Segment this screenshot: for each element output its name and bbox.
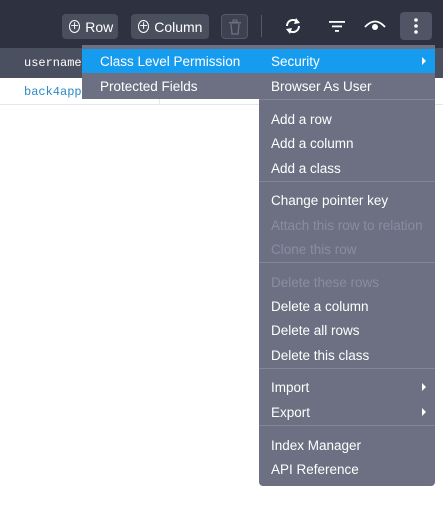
menu-item-security[interactable]: Security	[259, 49, 435, 73]
delete-rows-button[interactable]	[221, 14, 248, 39]
filter-icon	[329, 21, 345, 32]
menu-item-add-class[interactable]: Add a class	[259, 156, 435, 180]
menu-item-browser-as-user[interactable]: Browser As User	[259, 74, 435, 98]
trash-icon	[228, 19, 241, 35]
menu-item-protected-fields[interactable]: Protected Fields	[82, 74, 259, 98]
toolbar-divider	[261, 15, 262, 37]
security-submenu: Class Level Permission Protected Fields	[82, 45, 259, 99]
menu-item-delete-class[interactable]: Delete this class	[259, 343, 435, 367]
menu-item-add-row[interactable]: Add a row	[259, 107, 435, 131]
menu-item-delete-these-rows: Delete these rows	[271, 274, 380, 290]
add-row-label: Row	[85, 18, 114, 35]
menu-item-import-label: Import	[271, 379, 310, 395]
plus-circle-icon: +	[69, 19, 81, 33]
menu-item-index-manager[interactable]: Index Manager	[259, 433, 435, 457]
refresh-icon	[285, 18, 301, 34]
toolbar: + Row + Column	[0, 0, 443, 48]
add-column-label: Column	[154, 18, 203, 35]
menu-divider	[259, 425, 435, 426]
table-cell-username[interactable]: back4app	[0, 78, 82, 105]
add-row-button[interactable]: + Row	[62, 14, 118, 39]
chevron-right-icon	[422, 383, 426, 391]
menu-item-export-label: Export	[271, 404, 311, 420]
menu-divider	[259, 181, 435, 182]
refresh-button[interactable]	[280, 14, 306, 38]
eye-icon	[364, 20, 386, 30]
plus-circle-icon: +	[138, 19, 150, 33]
menu-item-clone-row: Clone this row	[271, 241, 357, 257]
menu-item-change-pointer-key[interactable]: Change pointer key	[259, 188, 435, 212]
filter-button[interactable]	[324, 14, 350, 38]
add-column-button[interactable]: + Column	[131, 14, 209, 39]
menu-item-class-level-permission[interactable]: Class Level Permission	[82, 49, 259, 73]
menu-divider	[259, 99, 435, 100]
chevron-right-icon	[422, 408, 426, 416]
menu-item-security-label: Security	[271, 53, 320, 69]
menu-item-delete-all-rows[interactable]: Delete all rows	[259, 318, 435, 342]
more-options-button[interactable]	[400, 12, 432, 40]
chevron-right-icon	[422, 57, 426, 65]
menu-item-add-column[interactable]: Add a column	[259, 131, 435, 155]
menu-divider	[259, 368, 435, 369]
menu-divider	[259, 262, 435, 263]
options-dropdown-menu: Security Browser As User Add a row Add a…	[259, 45, 435, 486]
menu-item-delete-column[interactable]: Delete a column	[259, 294, 435, 318]
toggle-columns-button[interactable]	[362, 14, 388, 38]
menu-item-import[interactable]: Import	[259, 375, 435, 399]
column-header-username[interactable]: username	[0, 48, 82, 78]
more-vertical-icon	[414, 18, 418, 34]
menu-item-attach-row-to-relation: Attach this row to relation	[271, 217, 423, 233]
menu-item-export[interactable]: Export	[259, 400, 435, 424]
menu-item-api-reference[interactable]: API Reference	[259, 457, 435, 481]
